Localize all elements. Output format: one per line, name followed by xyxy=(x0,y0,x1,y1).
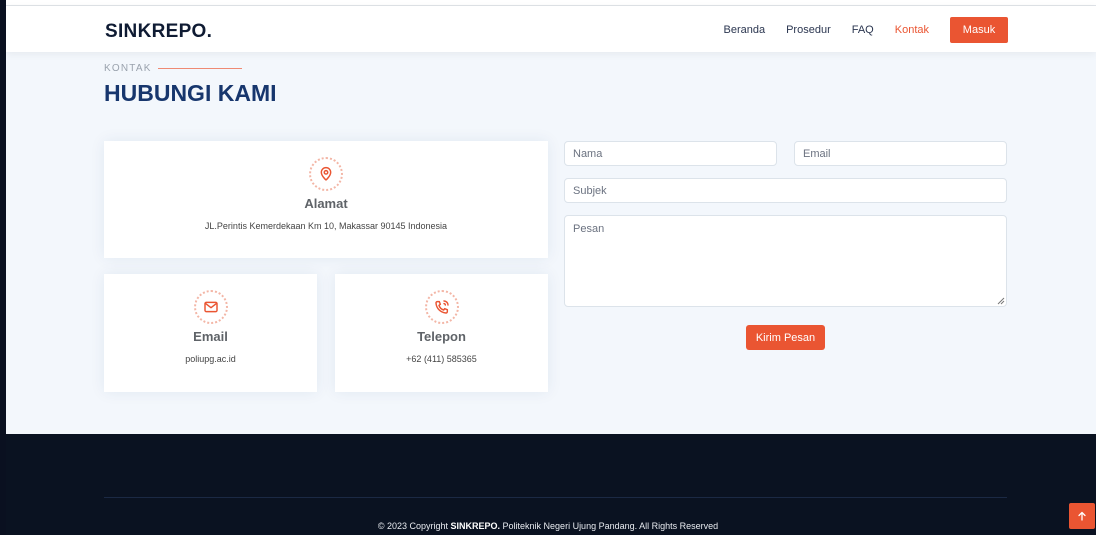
footer-copyright: © 2023 Copyright SINKREPO. Politeknik Ne… xyxy=(0,521,1096,531)
envelope-icon xyxy=(203,301,218,313)
page-title: HUBUNGI KAMI xyxy=(104,80,277,106)
email-icon-badge xyxy=(193,290,228,324)
login-button[interactable]: Masuk xyxy=(950,17,1008,43)
address-card: Alamat JL.Perintis Kemerdekaan Km 10, Ma… xyxy=(104,141,548,258)
subject-input[interactable] xyxy=(564,178,1007,203)
address-text: JL.Perintis Kemerdekaan Km 10, Makassar … xyxy=(204,221,448,231)
arrow-up-icon xyxy=(1078,511,1086,521)
back-to-top-button[interactable] xyxy=(1069,503,1095,529)
phone-text: +62 (411) 585365 xyxy=(406,354,477,364)
phone-card: Telepon +62 (411) 585365 xyxy=(335,274,548,392)
site-logo[interactable]: SINKREPO. xyxy=(105,21,212,43)
phone-title: Telepon xyxy=(417,329,466,344)
nav-item-faq[interactable]: FAQ xyxy=(852,24,874,36)
message-textarea[interactable] xyxy=(564,215,1007,307)
email-title: Email xyxy=(193,329,228,344)
page-left-edge xyxy=(0,0,6,535)
phone-icon-badge xyxy=(424,290,459,324)
main-nav: Beranda Prosedur FAQ Kontak Masuk xyxy=(703,17,1008,43)
address-title: Alamat xyxy=(304,196,348,211)
email-text: poliupg.ac.id xyxy=(185,354,236,364)
send-message-button[interactable]: Kirim Pesan xyxy=(746,325,825,350)
map-pin-icon xyxy=(320,167,332,181)
nav-item-prosedur[interactable]: Prosedur xyxy=(786,24,831,36)
nav-item-kontak[interactable]: Kontak xyxy=(895,24,929,36)
section-label-line xyxy=(157,68,242,69)
phone-call-icon xyxy=(434,300,449,314)
resize-grip-icon[interactable] xyxy=(997,297,1005,305)
nav-item-beranda[interactable]: Beranda xyxy=(724,24,766,36)
copyright-prefix: © 2023 Copyright xyxy=(377,521,451,531)
address-icon-badge xyxy=(309,157,343,191)
section-label: KONTAK xyxy=(104,63,242,74)
email-input[interactable] xyxy=(794,141,1007,166)
site-header: SINKREPO. Beranda Prosedur FAQ Kontak Ma… xyxy=(6,6,1096,52)
copyright-suffix: Politeknik Negeri Ujung Pandang. All Rig… xyxy=(500,521,719,531)
footer-divider xyxy=(104,497,1007,498)
email-card: Email poliupg.ac.id xyxy=(104,274,317,392)
copyright-brand: SINKREPO. xyxy=(450,521,501,531)
name-input[interactable] xyxy=(564,141,777,166)
site-footer: © 2023 Copyright SINKREPO. Politeknik Ne… xyxy=(0,434,1096,535)
section-label-text: KONTAK xyxy=(104,63,152,74)
